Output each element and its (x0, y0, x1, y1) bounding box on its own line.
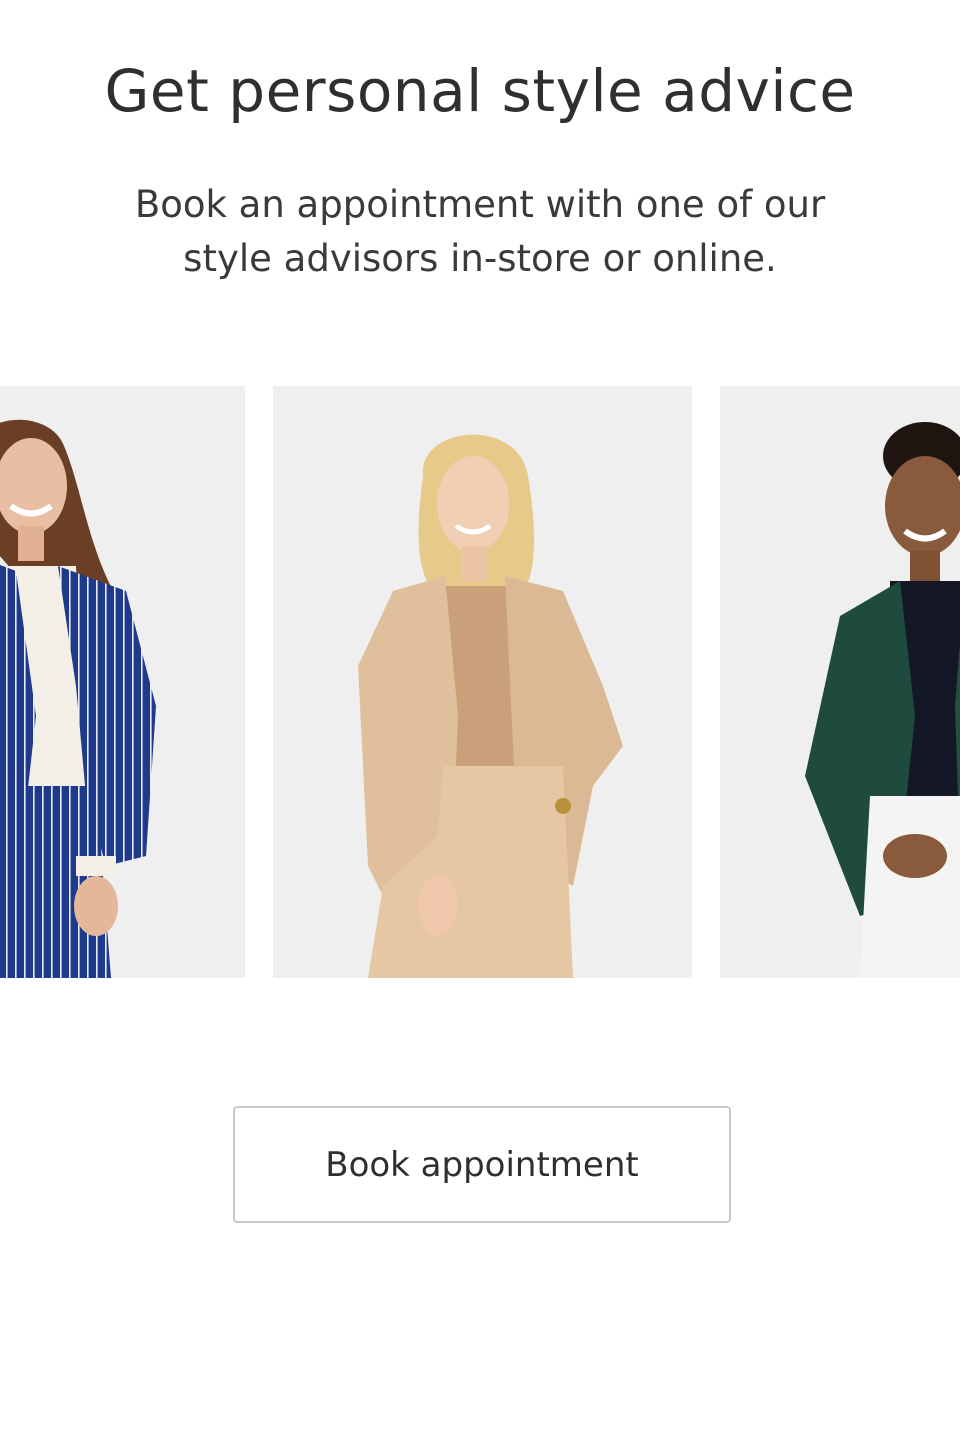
advisor-card[interactable] (0, 386, 245, 978)
book-appointment-button[interactable]: Book appointment (233, 1106, 731, 1223)
advisor-photo-beige-suit-icon (358, 434, 623, 978)
page-title: Get personal style advice (104, 57, 856, 125)
page-subtitle: Book an appointment with one of our styl… (134, 183, 826, 280)
advisor-carousel[interactable] (0, 386, 960, 978)
advisor-photo-navy-pinstripe-suit-icon (0, 419, 156, 978)
advisor-card[interactable] (720, 386, 960, 978)
advisor-photo-green-blazer-icon (805, 422, 960, 978)
advisor-card[interactable] (273, 386, 692, 978)
